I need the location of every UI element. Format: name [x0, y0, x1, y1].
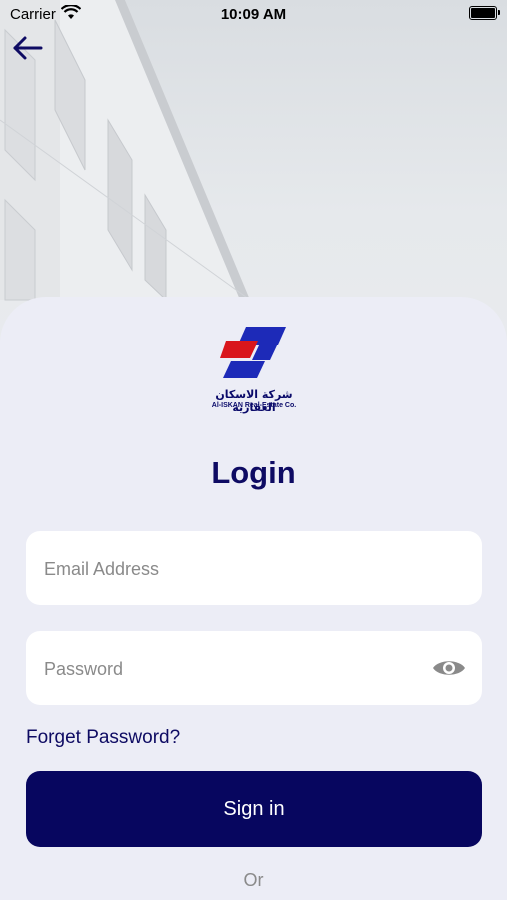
or-divider-label: Or [243, 870, 264, 890]
clock-time: 10:09 AM [220, 6, 287, 23]
page-title: Login [211, 455, 296, 490]
password-field[interactable] [42, 631, 426, 707]
battery-icon [469, 6, 500, 20]
sign-in-button[interactable]: Sign in [26, 771, 482, 847]
logo-arabic-text: شركة الاسكان العقارية [215, 388, 293, 414]
status-bar: Carrier 10:09 AM [0, 0, 507, 30]
password-field-container [26, 631, 482, 707]
email-field-container [26, 531, 482, 607]
forgot-password-link[interactable]: Forget Password? [26, 727, 180, 749]
email-field[interactable] [42, 531, 426, 607]
logo-english-text: Al-ISKAN Real-Estate Co. [211, 402, 297, 409]
back-arrow-icon[interactable] [12, 34, 44, 62]
show-password-eye-icon[interactable] [432, 657, 466, 679]
login-card: شركة الاسكان العقارية Al-ISKAN Real-Esta… [0, 297, 507, 900]
